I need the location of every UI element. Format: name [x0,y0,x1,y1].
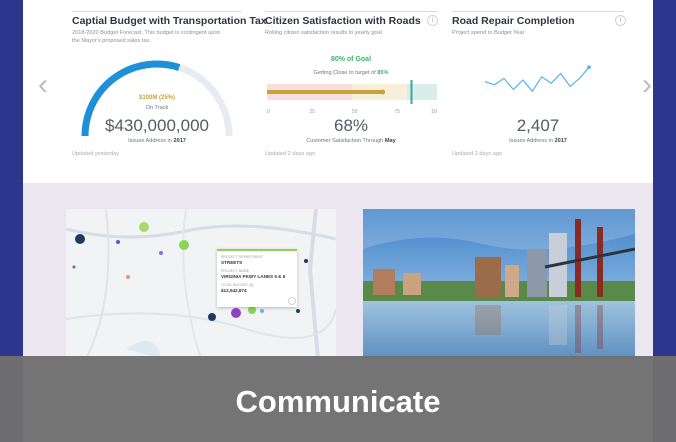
updated-timestamp: Updated yesterday [72,151,119,157]
banner-title: Communicate [235,384,441,419]
card-divider [72,11,242,12]
popup-budget-label: TOTAL BUDGET ($) [221,283,254,287]
popup-dept-value: STREETS [221,260,243,265]
map-pin[interactable] [260,309,264,313]
caption-text: Customer Satisfaction Through [306,138,384,144]
caption-year: 2017 [554,138,567,144]
popup-name-label: PROJECT NAME [221,269,250,273]
caption-text: Issues Address in [128,138,172,144]
caption-month: May [384,138,396,144]
sparkline-endpoint [587,65,591,69]
map-pin[interactable] [116,240,120,244]
sparkline-path [484,66,590,93]
smokestack [597,227,603,297]
map-pin[interactable] [304,259,308,263]
project-popup: PROJECT DEPARTMENT STREETS PROJECT NAME … [217,249,297,307]
building [527,249,547,297]
chevron-left-icon[interactable]: ‹ [31,68,55,102]
city-skyline-photo [363,209,635,359]
reflection [575,305,581,353]
smokestack [575,219,581,297]
popup-close-icon[interactable] [288,297,296,305]
satisfaction-bullet-chart: 0 25 50 75 100 [267,80,437,115]
value-marker [380,89,386,95]
map-pin[interactable] [208,313,216,321]
popup-budget-value: $12,542,674 [221,288,247,293]
card-divider [265,11,437,12]
info-icon[interactable]: i [427,15,438,26]
kpi-carousel: ‹ › Captial Budget with Transportation T… [23,0,653,183]
gauge-label: $100M (25%) [138,95,176,101]
building [475,257,501,297]
map-pin[interactable] [179,240,189,250]
building [403,273,421,295]
target-prefix: Getting Close to target of [313,70,376,76]
kpi-value: 2,407 [516,116,560,135]
value-bar [267,90,383,94]
reflection [597,305,603,349]
repair-sparkline [484,65,591,93]
project-map[interactable]: PROJECT DEPARTMENT STREETS PROJECT NAME … [66,209,336,359]
kpi-caption: Customer Satisfaction Through May [265,138,437,144]
tick-label: 25 [310,109,316,115]
map-pin[interactable] [72,265,76,269]
caption-year: 2017 [173,138,186,144]
updated-timestamp: Updated 2 days ago [265,151,316,157]
kpi-caption: Issues Address in 2017 [72,138,242,144]
gauge-status: On Track [145,105,169,111]
card-road-repair[interactable]: Road Repair Completion i Project spend t… [452,0,626,183]
card-title: Citizen Satisfaction with Roads [265,15,421,27]
info-icon[interactable]: i [615,15,626,26]
map-pin[interactable] [248,306,256,314]
card-title: Captial Budget with Transportation Tax [72,15,267,27]
chevron-right-icon[interactable]: › [635,68,659,102]
map-pin[interactable] [159,251,163,255]
card-subtitle: Rolling citizen satisfaction results to … [265,30,382,36]
card-capital-budget[interactable]: Captial Budget with Transportation Tax 2… [72,0,267,183]
building [373,269,395,295]
target-value: 85% [377,70,389,76]
tick-label: 75 [395,109,401,115]
presentation-slide: ‹ › Captial Budget with Transportation T… [0,0,676,442]
tick-label: 50 [352,109,358,115]
map-pin[interactable] [231,308,241,318]
reflection [475,305,501,335]
map-pin[interactable] [296,309,300,313]
caption-banner: Communicate [0,356,676,442]
card-citizen-satisfaction[interactable]: Citizen Satisfaction with Roads i Rollin… [265,0,438,183]
card-divider [452,11,624,12]
target-text: Getting Close to target of 85% [265,70,437,76]
updated-timestamp: Updated 2 days ago [452,151,503,157]
building [505,265,519,297]
reflection [549,305,567,345]
popup-name-value: VIRGINIA PKWY LANES 5 & 6 [221,274,286,279]
axis-ticks: 0 25 50 75 100 [267,109,437,115]
kpi-value: $430,000,000 [105,116,209,135]
goal-label: 80% of Goal [330,56,372,63]
tick-label: 0 [267,109,270,115]
popup-dept-label: PROJECT DEPARTMENT [221,255,264,259]
skyline-illustration [363,209,635,359]
card-subtitle: Project spend to Budget Year [452,30,525,36]
map-pin[interactable] [139,222,149,232]
map-pin[interactable] [126,275,130,279]
tick-label: 100 [431,109,437,115]
kpi-value: 68% [333,116,369,135]
caption-text: Issues Address in [509,138,553,144]
card-title: Road Repair Completion [452,15,575,27]
map-pin[interactable] [75,234,85,244]
kpi-caption: Issues Address in 2017 [452,138,624,144]
card-subtitle: 2018-2020 Budget Forecast. This budget i… [72,30,221,44]
